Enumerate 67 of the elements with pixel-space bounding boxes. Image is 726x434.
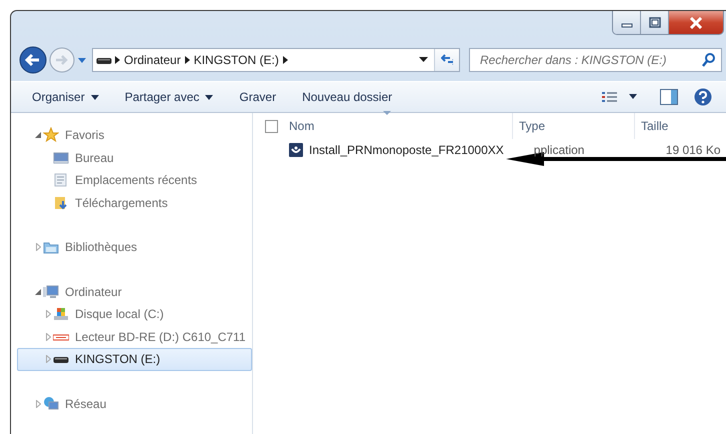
chevron-icon (282, 56, 288, 64)
caret-icon (90, 94, 99, 100)
search-field[interactable]: Rechercher dans : KINGSTON (E:) (469, 48, 722, 72)
download-folder-icon (53, 194, 69, 211)
file-name[interactable]: Install_PRNmonoposte_FR21000XX (289, 141, 504, 159)
nav-tree-item[interactable]: Emplacements récents (17, 169, 252, 192)
nav-label: KINGSTON (E:) (75, 351, 160, 368)
expanded-icon[interactable] (35, 132, 41, 138)
select-all-checkbox[interactable] (265, 120, 278, 132)
nav-tree-item[interactable]: Réseau (17, 392, 252, 415)
nav-label: Disque local (C:) (75, 306, 164, 324)
toolbar-button[interactable]: Organiser (27, 88, 104, 106)
toolbar-button[interactable]: Nouveau dossier (297, 88, 398, 106)
minimize-button[interactable] (613, 11, 641, 34)
refresh-icon (441, 54, 453, 66)
nav-label: Emplacements récents (75, 172, 198, 190)
star-icon (43, 127, 59, 144)
column-header[interactable]: Type (513, 113, 635, 139)
close-button[interactable] (669, 11, 723, 34)
nav-label: Téléchargements (75, 194, 168, 212)
nav-label: Ordinateur (65, 284, 122, 301)
windows-drive-icon (53, 306, 69, 322)
nav-label: Bureau (75, 150, 114, 167)
chevron-icon (184, 56, 190, 64)
nav-label: Réseau (65, 396, 106, 413)
toolbar-button[interactable]: Graver (234, 88, 282, 106)
nav-label: Lecteur BD-RE (D:) C610_C711 (75, 328, 246, 346)
usb-drive-icon (96, 55, 112, 65)
nav-label: Favoris (65, 127, 104, 144)
history-dropdown-icon[interactable] (77, 56, 87, 64)
nav-tree-item[interactable]: Favoris (17, 124, 252, 146)
sort-icon (383, 111, 391, 116)
breadcrumb[interactable]: Ordinateur (120, 51, 185, 69)
file-type: pplication (534, 142, 586, 159)
caret-icon (205, 94, 214, 100)
nav-tree-item[interactable]: Ordinateur (17, 280, 252, 303)
maximize-icon (648, 17, 660, 28)
nav-tree-item[interactable]: Bibliothèques (17, 236, 252, 258)
nav-tree-item[interactable]: Disque local (C:) (17, 303, 252, 326)
preview-pane-icon[interactable] (660, 89, 678, 105)
recent-places-icon (53, 172, 69, 188)
view-options-icon[interactable] (602, 91, 618, 103)
help-icon[interactable] (694, 88, 712, 106)
address-bar[interactable]: Ordinateur KINGSTON (E:) (92, 48, 460, 72)
nav-tree-item[interactable]: Bureau (17, 146, 252, 169)
nav-label: Bibliothèques (65, 239, 138, 256)
breadcrumb[interactable]: KINGSTON (E:) (190, 51, 283, 69)
application-icon (289, 143, 303, 157)
column-header[interactable]: Nom (289, 113, 513, 139)
network-icon (43, 396, 59, 412)
close-icon (689, 16, 703, 28)
nav-tree-item[interactable]: Téléchargements (17, 192, 252, 214)
maximize-button[interactable] (641, 11, 669, 34)
file-size: 19 016 Ko (664, 142, 720, 159)
view-dropdown-icon[interactable] (628, 94, 638, 100)
toolbar-button[interactable]: Partager avec (120, 88, 218, 106)
nav-tree-item[interactable]: KINGSTON (E:) (17, 348, 252, 370)
refresh-button[interactable] (434, 49, 459, 71)
computer-icon (43, 284, 59, 300)
nav-tree-item[interactable]: Lecteur BD-RE (D:) C610_C711 (17, 326, 252, 348)
column-header[interactable]: Taille (635, 113, 719, 139)
desktop-icon (53, 150, 69, 166)
search-icon (702, 53, 715, 67)
expanded-icon[interactable] (35, 288, 41, 295)
address-dropdown-icon[interactable] (419, 57, 428, 63)
back-button[interactable] (19, 46, 47, 74)
chevron-icon (115, 56, 120, 64)
